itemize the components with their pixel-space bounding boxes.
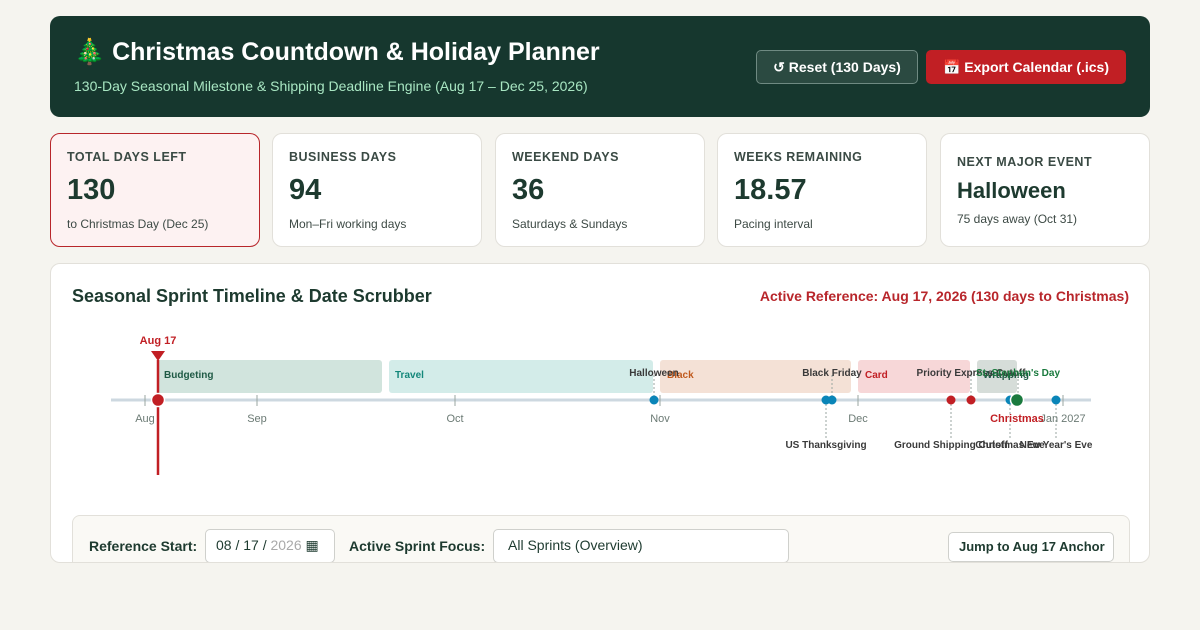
timeline-panel: Seasonal Sprint Timeline & Date Scrubber… bbox=[50, 263, 1150, 563]
event-marker-christmas[interactable] bbox=[1009, 392, 1025, 408]
date-year: 2026 bbox=[270, 537, 302, 553]
month-label: Sep bbox=[247, 413, 267, 425]
stat-card-next-event: NEXT MAJOR EVENT Halloween 75 days away … bbox=[940, 133, 1150, 247]
jump-to-anchor-button[interactable]: Jump to Aug 17 Anchor bbox=[948, 532, 1114, 562]
stat-label: WEEKS REMAINING bbox=[734, 150, 863, 164]
export-calendar-button[interactable]: 📅 Export Calendar (.ics) bbox=[926, 50, 1126, 84]
stat-sub: Pacing interval bbox=[734, 217, 813, 231]
stat-sub: to Christmas Day (Dec 25) bbox=[67, 217, 209, 231]
christmas-tree-icon: 🎄 bbox=[74, 38, 106, 66]
stat-label: NEXT MAJOR EVENT bbox=[957, 155, 1093, 169]
date-value: 08 / 17 / bbox=[216, 537, 267, 553]
month-label: Aug bbox=[135, 413, 155, 425]
stat-label: TOTAL DAYS LEFT bbox=[67, 150, 187, 164]
timeline-controls: Reference Start: 08 / 17 / 2026 ▦ Active… bbox=[72, 515, 1130, 562]
sprint-label-travel: Travel bbox=[395, 370, 424, 381]
sprint-focus-select[interactable]: All Sprints (Overview) bbox=[493, 529, 789, 562]
app-title-text: Christmas Countdown & Holiday Planner bbox=[112, 38, 600, 66]
stat-value: 36 bbox=[512, 174, 545, 206]
stat-value: 94 bbox=[289, 174, 322, 206]
scrubber-knob[interactable] bbox=[150, 392, 166, 408]
stat-label: BUSINESS DAYS bbox=[289, 150, 397, 164]
event-marker-halloween[interactable] bbox=[649, 395, 659, 405]
reference-start-label: Reference Start: bbox=[89, 538, 198, 554]
event-label-new-years-eve: New Year's Eve bbox=[1020, 440, 1093, 451]
event-label-black-friday: Black Friday bbox=[802, 368, 862, 379]
event-label-us-thanksgiving: US Thanksgiving bbox=[785, 440, 866, 451]
reset-button[interactable]: ↺ Reset (130 Days) bbox=[756, 50, 918, 84]
stat-sub: 75 days away (Oct 31) bbox=[957, 212, 1078, 226]
stat-sub: Saturdays & Sundays bbox=[512, 217, 628, 231]
header-banner: 🎄 Christmas Countdown & Holiday Planner … bbox=[50, 16, 1150, 117]
event-marker-new-years-eve[interactable] bbox=[1051, 395, 1061, 405]
month-label: Oct bbox=[446, 413, 463, 425]
sprint-label-card: Card bbox=[865, 370, 888, 381]
app-title: 🎄 Christmas Countdown & Holiday Planner bbox=[74, 38, 600, 67]
sprint-focus-label: Active Sprint Focus: bbox=[349, 538, 486, 554]
stat-value: Halloween bbox=[957, 178, 1066, 203]
event-label-st-stephens-day: St. Stephen's Day bbox=[976, 368, 1061, 379]
sprint-label-budgeting: Budgeting bbox=[164, 370, 213, 381]
month-label: Jan 2027 bbox=[1040, 413, 1085, 425]
stat-card-total-days: TOTAL DAYS LEFT 130 to Christmas Day (De… bbox=[50, 133, 260, 247]
timeline-chart: Budgeting Travel Black Card Wrapping Aug… bbox=[111, 335, 1093, 475]
scrubber-handle[interactable] bbox=[151, 351, 165, 361]
app-subtitle: 130-Day Seasonal Milestone & Shipping De… bbox=[74, 78, 588, 94]
event-marker-priority-express-cutoff[interactable] bbox=[966, 395, 976, 405]
stat-sub: Mon–Fri working days bbox=[289, 217, 407, 231]
event-marker-ground-shipping-cutoff[interactable] bbox=[946, 395, 956, 405]
reference-date-input[interactable]: 08 / 17 / 2026 ▦ bbox=[205, 529, 335, 562]
stat-value: 130 bbox=[67, 174, 116, 206]
event-label-halloween: Halloween bbox=[629, 368, 678, 379]
event-label-christmas: Christmas bbox=[990, 413, 1044, 425]
event-marker-black-friday[interactable] bbox=[827, 395, 837, 405]
stat-card-weeks-remaining: WEEKS REMAINING 18.57 Pacing interval bbox=[717, 133, 927, 247]
sprint-bar-travel[interactable] bbox=[389, 360, 653, 393]
stat-card-weekend-days: WEEKEND DAYS 36 Saturdays & Sundays bbox=[495, 133, 705, 247]
scrubber-date-label: Aug 17 bbox=[140, 335, 177, 347]
stat-value: 18.57 bbox=[734, 174, 807, 206]
calendar-icon[interactable]: ▦ bbox=[306, 537, 319, 553]
stat-label: WEEKEND DAYS bbox=[512, 150, 619, 164]
stat-card-business-days: BUSINESS DAYS 94 Mon–Fri working days bbox=[272, 133, 482, 247]
month-label: Dec bbox=[848, 413, 868, 425]
month-label: Nov bbox=[650, 413, 670, 425]
